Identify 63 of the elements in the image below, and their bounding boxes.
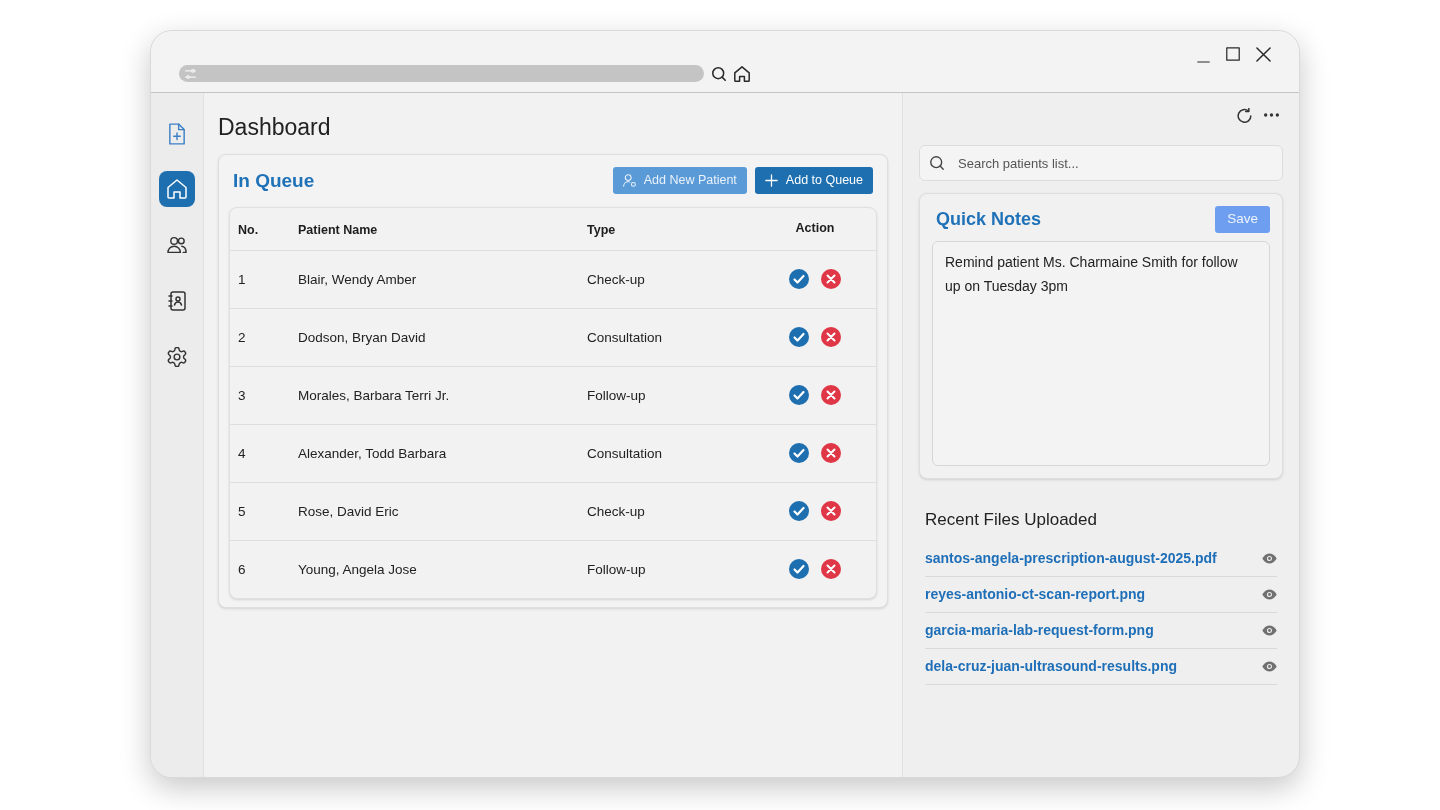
x-circle-icon[interactable] — [821, 269, 841, 290]
document-plus-icon — [168, 123, 186, 145]
table-cell: 6 — [238, 562, 246, 578]
check-circle-icon[interactable] — [789, 501, 809, 522]
section-title: In Queue — [233, 168, 315, 193]
table-cell: Check-up — [587, 272, 645, 288]
check-circle-icon[interactable] — [789, 443, 809, 464]
user-icon — [622, 174, 636, 188]
table-cell: 4 — [238, 446, 246, 462]
table-cell: Alexander, Todd Barbara — [298, 446, 447, 462]
file-link[interactable]: santos-angela-prescription-august-2025.pdf — [925, 547, 1217, 569]
search-icon — [930, 156, 944, 170]
contacts-book-icon[interactable] — [167, 291, 187, 311]
table-cell: Dodson, Bryan David — [298, 330, 426, 346]
column-header: Type — [587, 222, 616, 237]
table-cell: Check-up — [587, 504, 645, 520]
eye-icon[interactable] — [1262, 588, 1277, 600]
column-header: Action — [795, 220, 835, 238]
table-cell: Morales, Barbara Terri Jr. — [298, 388, 450, 404]
sliders-icon — [185, 68, 196, 79]
table-cell: Consultation — [587, 330, 663, 346]
close-icon[interactable] — [1256, 47, 1271, 62]
search-icon[interactable] — [712, 66, 726, 81]
table-cell: Consultation — [587, 446, 663, 462]
check-circle-icon[interactable] — [789, 559, 809, 580]
x-circle-icon[interactable] — [821, 559, 841, 580]
x-circle-icon[interactable] — [821, 385, 841, 406]
section-title: Recent Files Uploaded — [925, 509, 1098, 531]
settings-icon[interactable] — [167, 347, 187, 367]
x-circle-icon[interactable] — [821, 501, 841, 522]
table-cell: 5 — [238, 504, 246, 520]
check-circle-icon[interactable] — [789, 327, 809, 348]
eye-icon[interactable] — [1262, 552, 1277, 564]
table-cell: 1 — [238, 272, 246, 288]
eye-icon[interactable] — [1262, 660, 1277, 672]
table-cell: Rose, David Eric — [298, 504, 399, 520]
notes-field[interactable]: Remind patient Ms. Charmaine Smith for follow up on Tuesday 3pm — [932, 241, 1270, 466]
table-cell: 3 — [238, 388, 246, 404]
table-cell: 2 — [238, 330, 246, 346]
page-title: Dashboard — [218, 113, 332, 142]
file-link[interactable]: dela-cruz-juan-ultrasound-results.png — [925, 655, 1177, 677]
file-link[interactable]: reyes-antonio-ct-scan-report.png — [925, 583, 1146, 605]
users-icon[interactable] — [167, 235, 187, 255]
check-circle-icon[interactable] — [789, 269, 809, 290]
table-cell: Blair, Wendy Amber — [298, 272, 417, 288]
section-title: Quick Notes — [936, 208, 1042, 231]
plus-icon — [764, 174, 778, 188]
check-circle-icon[interactable] — [789, 385, 809, 406]
x-circle-icon[interactable] — [821, 443, 841, 464]
add-to-queue-button[interactable]: Add to Queue — [754, 167, 873, 195]
table-cell: Follow-up — [587, 562, 646, 578]
refresh-icon[interactable] — [1237, 107, 1252, 123]
eye-icon[interactable] — [1262, 624, 1277, 636]
table-cell: Young, Angela Jose — [298, 562, 417, 578]
search-field[interactable]: Search patients list... — [919, 145, 1283, 181]
file-link[interactable]: garcia-maria-lab-request-form.png — [925, 619, 1154, 641]
home-icon[interactable] — [734, 65, 750, 82]
column-header: No. — [238, 222, 259, 237]
column-header: Patient Name — [298, 222, 378, 237]
x-circle-icon[interactable] — [821, 327, 841, 348]
table-cell: Follow-up — [587, 388, 646, 404]
maximize-icon[interactable] — [1226, 47, 1240, 61]
more-icon[interactable] — [1264, 113, 1279, 117]
